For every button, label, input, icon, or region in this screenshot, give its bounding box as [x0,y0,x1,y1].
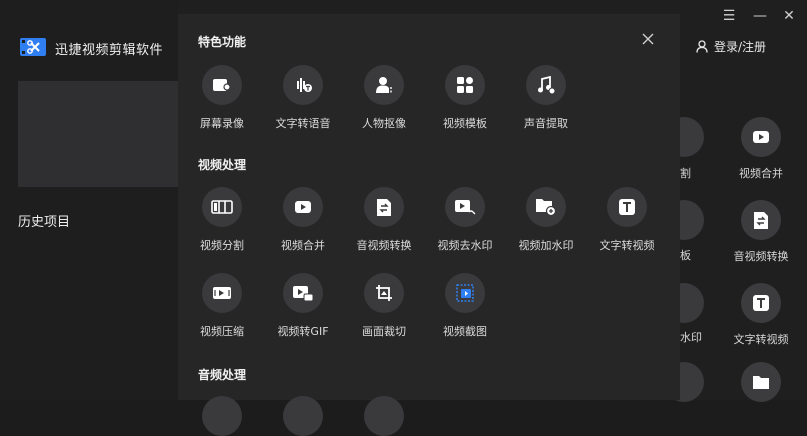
bg-tool-partial [723,362,799,402]
login-button[interactable]: 登录/注册 [696,38,766,55]
tool-video-template[interactable]: 视频模板 [424,65,506,131]
bg-fragment-label: 水印 [680,331,702,344]
section-title-featured: 特色功能 [198,35,247,49]
tool-text-to-speech[interactable]: 文字转语音 [262,65,344,131]
menu-icon[interactable]: ☰ [721,8,737,24]
project-preview[interactable] [18,81,178,187]
add-watermark-icon [536,199,557,217]
screenshot-icon [456,284,474,302]
audio-tool-circle[interactable] [364,396,404,436]
remove-watermark-icon [455,200,476,215]
play-icon [753,131,769,143]
close-window-button[interactable]: ✕ [781,8,797,24]
user-icon [696,40,708,53]
close-modal-icon[interactable] [640,31,656,47]
template-icon [457,77,473,93]
app-logo-icon [20,38,46,56]
tool-video-to-gif[interactable]: 视频转GIF [262,273,344,339]
bg-fragment-label: 板 [680,249,691,262]
person-cutout-icon [376,77,392,94]
history-projects-label: 历史项目 [18,215,71,230]
crop-icon [376,285,392,301]
tool-portrait-cutout[interactable]: 人物抠像 [343,65,425,131]
tool-add-watermark[interactable]: 视频加水印 [505,187,587,253]
file-convert-icon [754,211,768,229]
login-label: 登录/注册 [714,40,767,54]
folder-icon [753,376,769,389]
play-icon [295,201,311,213]
minimize-button[interactable]: — [752,8,768,24]
tool-screen-record[interactable]: 屏幕录像 [181,65,263,131]
gif-icon [293,286,314,302]
tool-crop[interactable]: 画面裁切 [343,273,425,339]
text-icon [753,295,769,311]
audio-tool-circle[interactable] [283,396,323,436]
text-to-speech-icon [297,78,312,92]
bg-fragment-label: 割 [680,167,691,180]
music-note-icon [538,75,556,95]
text-icon [619,199,635,215]
tool-video-merge[interactable]: 视频合并 [262,187,344,253]
section-title-video: 视频处理 [198,158,247,172]
tool-video-compress[interactable]: 视频压缩 [181,273,263,339]
tool-audio-extract[interactable]: 声音提取 [505,65,587,131]
tool-remove-watermark[interactable]: 视频去水印 [424,187,506,253]
tool-av-convert[interactable]: 音视频转换 [343,187,425,253]
audio-tool-circle[interactable] [202,396,242,436]
bg-tool-merge[interactable]: 视频合并 [723,117,799,181]
tool-video-split[interactable]: 视频分割 [181,187,263,253]
app-window: 迅捷视频剪辑软件 历史项目 ☰ — ✕ 登录/注册 割 板 水印 视频合并 音视… [0,0,807,436]
tool-text-to-video[interactable]: 文字转视频 [586,187,668,253]
compress-icon [213,287,231,299]
file-convert-icon [377,198,391,216]
film-split-icon [211,200,233,214]
app-title: 迅捷视频剪辑软件 [55,43,164,58]
screen-record-icon [213,79,231,91]
section-title-audio: 音频处理 [198,368,247,382]
bg-tool-convert[interactable]: 音视频转换 [723,200,799,264]
tool-screenshot[interactable]: 视频截图 [424,273,506,339]
sidebar: 迅捷视频剪辑软件 历史项目 [0,0,178,400]
bg-tool-text-to-video[interactable]: 文字转视频 [723,283,799,347]
